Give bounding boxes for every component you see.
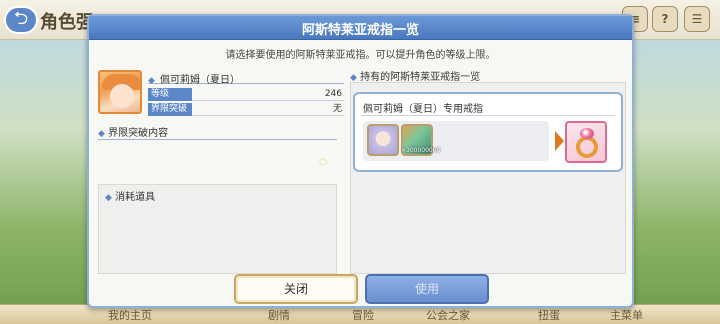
ring-card-title: 佩可莉姆（夏日）专用戒指 — [363, 104, 483, 115]
menu-icon[interactable]: ☰ — [684, 6, 710, 32]
character-name: 佩可莉姆（夏日） — [160, 75, 241, 86]
background-title: 角色强 — [40, 12, 94, 33]
consumables-section-header: ◆ 消耗道具 — [105, 188, 330, 204]
stat-label: 等级 — [148, 88, 192, 101]
stat-bar: 246 — [192, 88, 344, 101]
stat-value: 无 — [332, 104, 342, 114]
stat-label: 界限突破 — [148, 103, 192, 116]
dialog-title: 阿斯特莱亚戒指一览 — [301, 23, 419, 38]
stat-row-level: 等级 246 — [148, 88, 344, 101]
portrait-face — [110, 84, 134, 108]
ring-card[interactable]: 佩可莉姆（夏日）专用戒指 ×300000000 — [353, 92, 623, 172]
stat-row-limit-break: 界限突破 无 — [148, 103, 344, 116]
ring-band-icon — [576, 136, 598, 158]
back-button[interactable]: ⮌ — [4, 6, 38, 34]
use-button[interactable]: 使用 — [365, 274, 489, 304]
diamond-bullet-icon: ◆ — [98, 129, 105, 139]
ring-list-dialog: 阿斯特莱亚戒指一览 请选择要使用的阿斯特莱亚戒指。可以提升角色的等级上限。 ◆ … — [87, 14, 634, 308]
bottom-tab-gacha[interactable]: 扭蛋 — [538, 307, 560, 323]
character-portrait — [98, 70, 142, 114]
limit-break-section-header: ◆ 界限突破内容 — [98, 124, 337, 140]
bottom-tab-quest[interactable]: 冒险 — [352, 307, 374, 323]
diamond-bullet-icon: ◆ — [105, 193, 112, 203]
material-count: ×300000000 — [401, 147, 441, 154]
bottom-tab-guild[interactable]: 公会之家 — [426, 307, 470, 323]
stat-bar: 无 — [192, 103, 344, 116]
character-name-row: ◆ 佩可莉姆（夏日） — [148, 68, 344, 86]
arrow-right-icon — [555, 131, 564, 151]
dialog-instruction: 请选择要使用的阿斯特莱亚戒指。可以提升角色的等级上限。 — [225, 50, 496, 61]
ring-result-icon[interactable] — [565, 121, 607, 163]
bottom-tab-main-menu[interactable]: 主菜单 — [610, 307, 643, 323]
consumables-panel: ◆ 消耗道具 — [98, 184, 337, 274]
section-title: 消耗道具 — [115, 192, 156, 203]
section-title: 界限突破内容 — [108, 128, 169, 139]
help-icon[interactable]: ? — [652, 6, 678, 32]
bottom-tab-home[interactable]: 我的主页 — [108, 307, 152, 323]
diamond-bullet-icon: ◆ — [148, 76, 155, 86]
dialog-header: 阿斯特莱亚戒指一览 — [89, 16, 632, 40]
bottom-tab-story[interactable]: 剧情 — [268, 307, 290, 323]
divider — [361, 115, 615, 116]
close-button[interactable]: 关闭 — [234, 274, 358, 304]
character-memory-icon[interactable] — [367, 124, 399, 156]
stat-value: 246 — [324, 89, 342, 99]
ring-gem-icon — [580, 128, 594, 139]
sparkle-icon — [319, 158, 327, 166]
